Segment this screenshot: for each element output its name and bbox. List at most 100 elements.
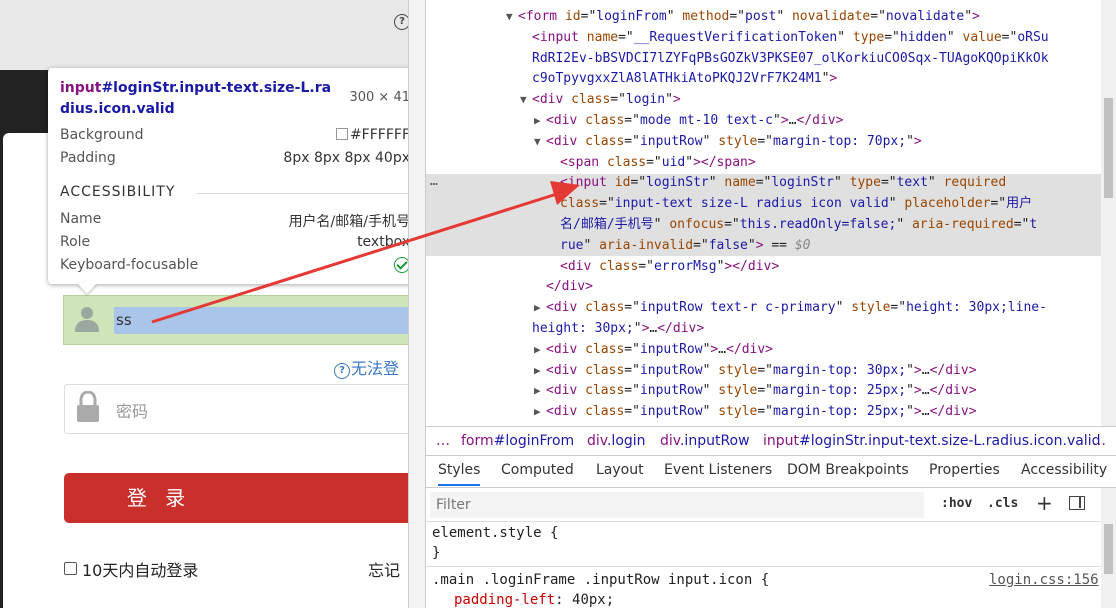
dom-token: " bbox=[964, 9, 973, 24]
dom-token: RdRI2Ev-bBSVDCI7lZYFqPBsGOZkV3PKSE07_olK… bbox=[532, 50, 1049, 66]
dom-token: margin-top: 70px; bbox=[773, 133, 907, 149]
tab-accessibility[interactable]: Accessibility bbox=[1021, 462, 1107, 478]
inspect-tooltip: input#loginStr.input-text.size-L.radius.… bbox=[48, 68, 408, 284]
breadcrumb-item[interactable]: form#loginFrom bbox=[461, 427, 574, 455]
dom-token: " bbox=[906, 383, 914, 399]
styles-scrollbar[interactable] bbox=[1101, 488, 1116, 608]
login-button[interactable]: 登 录 bbox=[64, 473, 408, 523]
dom-line[interactable]: <div class="errorMsg"></div> bbox=[560, 257, 779, 277]
css-rule-selector[interactable]: .main .loginFrame .inputRow input.icon { bbox=[432, 572, 769, 588]
tab-layout[interactable]: Layout bbox=[596, 462, 644, 478]
element-style-open[interactable]: element.style { bbox=[432, 525, 558, 541]
dom-line[interactable]: ▶ <div class="inputRow" style="margin-top… bbox=[534, 381, 977, 401]
tab-event-listeners[interactable]: Event Listeners bbox=[664, 462, 772, 478]
dom-line[interactable]: </div> bbox=[546, 277, 593, 297]
collapse-triangle-icon[interactable]: ▼ bbox=[520, 90, 532, 110]
dom-token: </div> bbox=[929, 404, 977, 420]
remember-login-checkbox[interactable]: 10天内自动登录 bbox=[64, 557, 198, 581]
dom-line[interactable]: <input id="loginStr" name="loginStr" typ… bbox=[560, 173, 1006, 193]
dom-line[interactable]: ▶ <div class="mode mt-10 text-c">…</div> bbox=[534, 111, 843, 131]
dom-token: onfocus bbox=[669, 217, 725, 232]
elements-dom-tree[interactable]: … ▼ <form id="loginFrom" method="post" no… bbox=[426, 0, 1101, 426]
username-input[interactable]: ss bbox=[114, 307, 408, 334]
dom-line[interactable]: c9oTpyvgxxZlA8lATHkiAtoPKQJ2VrF7K24M1"> bbox=[532, 69, 837, 89]
dom-token: type bbox=[852, 29, 885, 45]
help-icon[interactable]: ? bbox=[394, 14, 408, 30]
dom-token: … bbox=[921, 362, 930, 378]
checkbox-icon[interactable] bbox=[64, 562, 77, 575]
tab-computed[interactable]: Computed bbox=[501, 462, 574, 478]
dom-line[interactable]: <input name="__RequestVerificationToken"… bbox=[532, 28, 1049, 48]
dom-token: <div bbox=[546, 383, 586, 399]
dom-token: " bbox=[833, 175, 850, 191]
dom-token: inputRow bbox=[639, 383, 703, 399]
expand-triangle-icon[interactable]: ▶ bbox=[534, 402, 546, 422]
hover-state-toggle[interactable]: :hov bbox=[941, 496, 972, 511]
expand-triangle-icon[interactable]: ▶ bbox=[534, 381, 546, 401]
toggle-sidebar-icon[interactable] bbox=[1069, 496, 1085, 510]
dom-token: <input bbox=[532, 29, 587, 45]
scrollbar-thumb[interactable] bbox=[1104, 98, 1113, 198]
dom-token: class bbox=[585, 300, 625, 316]
check-circle-icon bbox=[394, 257, 408, 273]
dom-token: " bbox=[835, 300, 852, 316]
dom-token: =" bbox=[610, 92, 626, 108]
dom-token: =" bbox=[624, 113, 640, 128]
dom-line[interactable]: ▼ <div class="inputRow" style="margin-top… bbox=[534, 132, 922, 152]
dom-token: " bbox=[666, 9, 683, 24]
collapse-triangle-icon[interactable]: ▼ bbox=[506, 7, 518, 27]
dom-line[interactable]: ▶ <div class="inputRow" style="margin-top… bbox=[534, 402, 977, 422]
breadcrumb-item[interactable]: … bbox=[1092, 427, 1106, 455]
tab-properties[interactable]: Properties bbox=[929, 462, 1000, 478]
styles-filter-input[interactable]: Filter bbox=[430, 492, 924, 518]
dom-token: " bbox=[896, 217, 912, 232]
breadcrumb-item[interactable]: div.login bbox=[587, 427, 646, 455]
expand-triangle-icon[interactable]: ▶ bbox=[534, 111, 546, 131]
dom-token: … bbox=[718, 341, 727, 357]
class-toggle[interactable]: .cls bbox=[987, 496, 1018, 511]
expand-triangle-icon[interactable]: ▶ bbox=[534, 340, 546, 360]
breadcrumb-item[interactable]: div.inputRow bbox=[660, 427, 750, 455]
dom-token: =" bbox=[757, 383, 774, 399]
sidebar-pane-tabs: Styles Computed Layout Event Listeners DOM B… bbox=[426, 456, 1116, 488]
css-source-link[interactable]: login.css:156 bbox=[989, 572, 1099, 588]
dom-line[interactable]: ▼ <form id="loginFrom" method="post" nova… bbox=[506, 7, 980, 27]
dom-line[interactable]: ▼ <div class="login"> bbox=[520, 90, 681, 110]
element-style-close: } bbox=[432, 545, 441, 561]
breadcrumb-item[interactable]: … bbox=[436, 427, 450, 455]
dom-token: =" bbox=[884, 29, 900, 45]
css-declaration[interactable]: padding-left: 40px; bbox=[454, 592, 614, 608]
dom-token: <div bbox=[546, 341, 586, 357]
new-style-rule-icon[interactable]: + bbox=[1036, 491, 1053, 515]
dom-line[interactable]: RdRI2Ev-bBSVDCI7lZYFqPBsGOZkV3PKSE07_olK… bbox=[532, 49, 1049, 69]
expand-triangle-icon[interactable]: ▶ bbox=[534, 361, 546, 381]
dom-line[interactable]: rue" aria-invalid="false"> == $0 bbox=[560, 236, 810, 256]
scrollbar-thumb[interactable] bbox=[1104, 524, 1113, 574]
dom-token: name bbox=[586, 29, 619, 45]
breadcrumb-item[interactable]: input#loginStr.input-text.size-L.radius.… bbox=[763, 427, 1100, 455]
collapse-triangle-icon[interactable]: ▼ bbox=[534, 132, 546, 152]
tooltip-background-value: #FFFFFF bbox=[349, 127, 408, 143]
node-more-actions-icon[interactable]: … bbox=[430, 174, 438, 189]
tab-dom-breakpoints[interactable]: DOM Breakpoints bbox=[787, 462, 909, 478]
tab-styles[interactable]: Styles bbox=[438, 462, 481, 486]
page-preview: ? ss ? 无法登 密码 登 录 10天内自动登录 忘记 input#login… bbox=[0, 0, 408, 608]
forgot-password-link[interactable]: 忘记 bbox=[368, 557, 400, 581]
dom-line[interactable]: class="input-text size-L radius icon val… bbox=[560, 194, 1032, 214]
dom-line[interactable]: 名/邮箱/手机号" onfocus="this.readOnly=false;"… bbox=[560, 215, 1037, 235]
panel-resize-divider[interactable] bbox=[408, 0, 426, 608]
cant-login-link[interactable]: ? 无法登 bbox=[334, 355, 399, 379]
dom-token: " bbox=[653, 217, 670, 232]
dom-line[interactable]: ▶ <div class="inputRow">…</div> bbox=[534, 340, 773, 360]
dom-tree-scrollbar[interactable] bbox=[1101, 0, 1116, 426]
dom-token: =" bbox=[1001, 29, 1018, 45]
dom-token: " bbox=[583, 237, 600, 253]
dom-line[interactable]: height: 30px;">…</div> bbox=[532, 319, 704, 339]
dom-line[interactable]: ▶ <div class="inputRow text-r c-primary" … bbox=[534, 298, 1047, 318]
dom-token: c9oTpyvgxxZlA8lATHkiAtoPKQJ2VrF7K24M1 bbox=[532, 71, 822, 87]
breadcrumb-tag: form bbox=[461, 433, 494, 449]
dom-line[interactable]: <span class="uid"></span> bbox=[560, 153, 756, 173]
dom-token: =" bbox=[729, 9, 746, 24]
expand-triangle-icon[interactable]: ▶ bbox=[534, 298, 546, 318]
dom-line[interactable]: ▶ <div class="inputRow" style="margin-top… bbox=[534, 361, 977, 381]
